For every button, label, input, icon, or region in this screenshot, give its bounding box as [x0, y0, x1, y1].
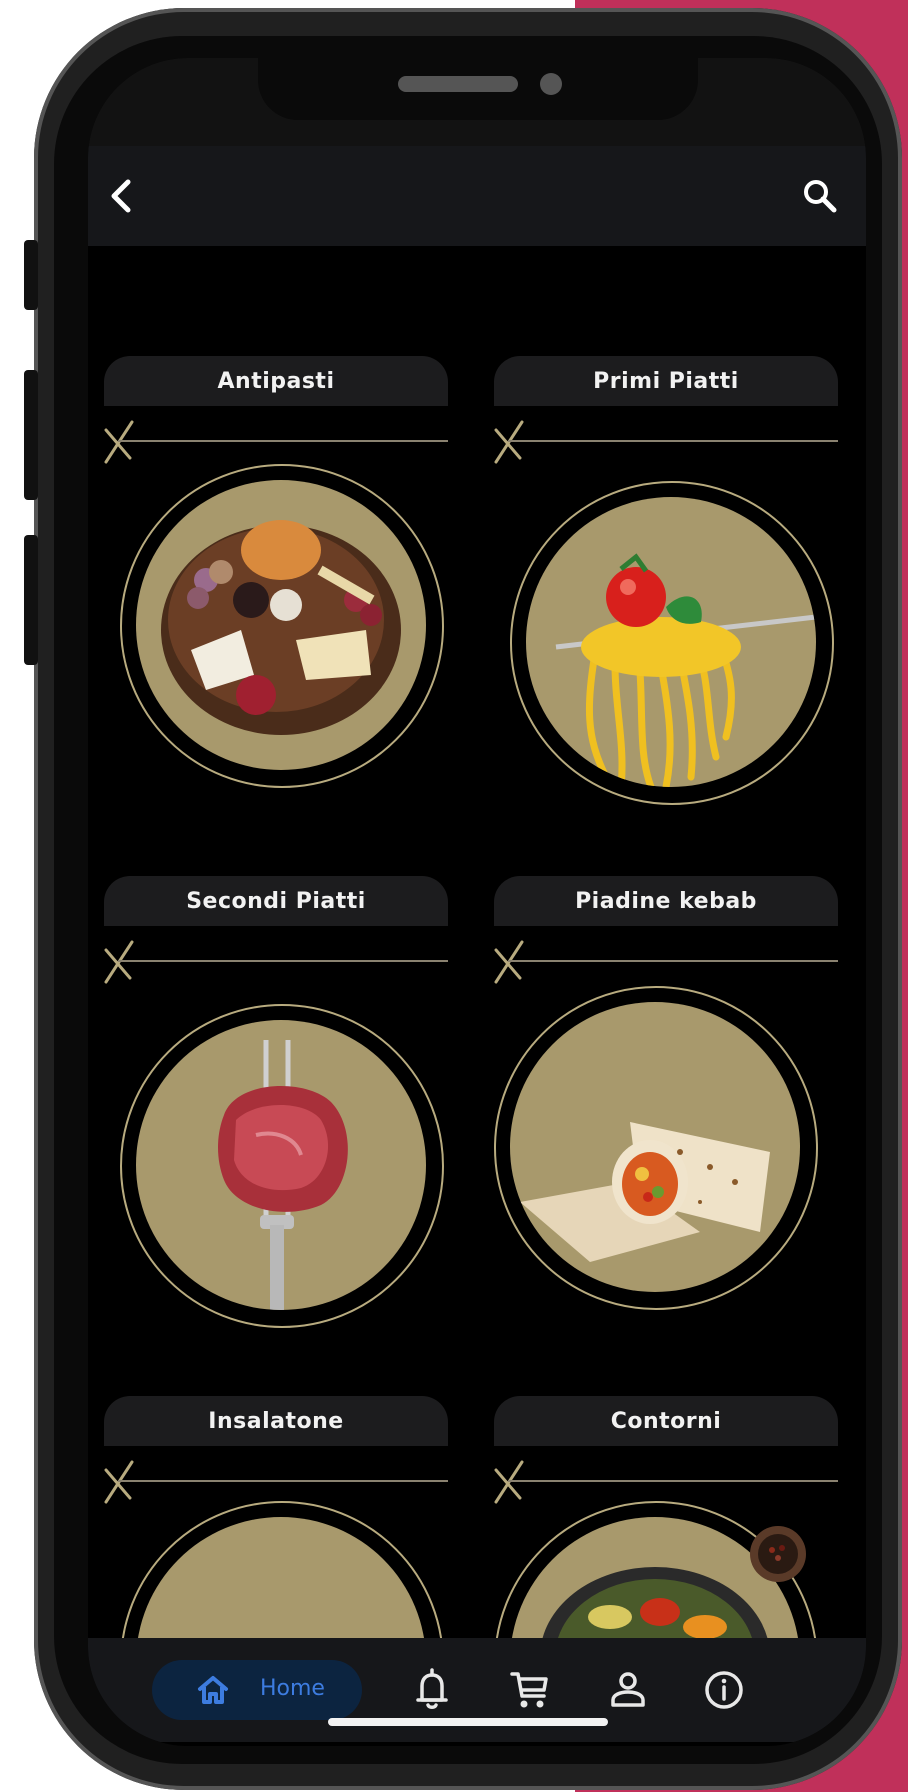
- chevron-left-icon[interactable]: [102, 176, 142, 216]
- volume-up-button: [24, 370, 38, 500]
- food-image-charcuterie: [136, 480, 426, 770]
- speaker: [398, 76, 518, 92]
- wraps-image: [520, 1122, 770, 1262]
- search-icon[interactable]: [800, 176, 840, 216]
- category-title: Primi Piatti: [494, 356, 838, 406]
- notch: [258, 58, 698, 120]
- category-title: Insalatone: [104, 1396, 448, 1446]
- cutlery-icon: [494, 420, 524, 464]
- steak-fork-image: [218, 1040, 348, 1310]
- food-image-steak: [136, 1020, 426, 1310]
- top-app-bar: [88, 146, 866, 246]
- divider: [508, 440, 838, 442]
- category-card-contorni[interactable]: Contorni: [478, 1396, 838, 1638]
- user-icon[interactable]: [602, 1664, 654, 1716]
- cutlery-icon: [104, 420, 134, 464]
- divider: [118, 960, 448, 962]
- category-title: Contorni: [494, 1396, 838, 1446]
- food-image-wraps: [510, 1002, 800, 1292]
- home-indicator[interactable]: [328, 1718, 608, 1726]
- divider: [118, 440, 448, 442]
- cutlery-icon: [104, 940, 134, 984]
- category-title: Secondi Piatti: [104, 876, 448, 926]
- camera: [540, 73, 562, 95]
- nav-home-label: Home: [260, 1676, 325, 1701]
- cutlery-icon: [104, 1460, 134, 1504]
- category-grid: Antipasti Primi Piatti Secondi Piatti Pi…: [88, 246, 866, 1638]
- category-title: Antipasti: [104, 356, 448, 406]
- pepper-bowl-image: [750, 1526, 806, 1582]
- category-card-secondi-piatti[interactable]: Secondi Piatti: [88, 876, 448, 1356]
- cutlery-icon: [494, 1460, 524, 1504]
- food-image-spaghetti: [526, 497, 816, 787]
- category-card-antipasti[interactable]: Antipasti: [88, 356, 448, 836]
- info-icon[interactable]: [698, 1664, 750, 1716]
- bell-icon[interactable]: [406, 1664, 458, 1716]
- divider: [508, 960, 838, 962]
- spaghetti-fork-image: [555, 553, 816, 787]
- home-icon: [198, 1676, 228, 1704]
- category-card-primi-piatti[interactable]: Primi Piatti: [478, 356, 838, 836]
- phone-screen: Antipasti Primi Piatti Secondi Piatti Pi…: [88, 58, 866, 1746]
- mute-switch: [24, 240, 38, 310]
- cart-icon[interactable]: [504, 1664, 556, 1716]
- category-card-insalatone[interactable]: Insalatone: [88, 1396, 448, 1638]
- charcuterie-board-image: [161, 520, 401, 735]
- bottom-navigation: Home: [88, 1638, 866, 1742]
- cutlery-icon: [494, 940, 524, 984]
- nav-home[interactable]: Home: [152, 1660, 362, 1720]
- category-card-piadine-kebab[interactable]: Piadine kebab: [478, 876, 838, 1356]
- salad-image: [136, 1517, 426, 1638]
- category-title: Piadine kebab: [494, 876, 838, 926]
- food-image-salad: [136, 1517, 426, 1638]
- divider: [508, 1480, 838, 1482]
- volume-down-button: [24, 535, 38, 665]
- divider: [118, 1480, 448, 1482]
